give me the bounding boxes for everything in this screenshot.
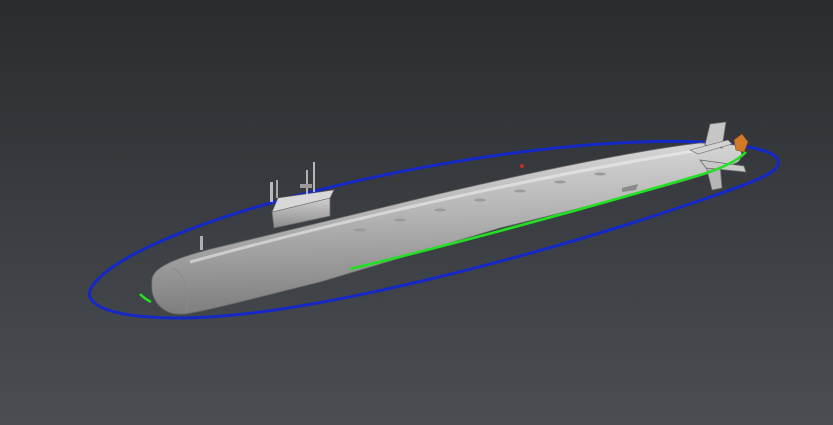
scene-canvas[interactable]	[0, 0, 833, 425]
3d-viewport[interactable]	[0, 0, 833, 425]
antenna-mast	[276, 180, 278, 198]
deck-marker	[520, 164, 524, 168]
periscope-mast	[313, 162, 315, 192]
periscope-mast	[270, 182, 273, 202]
sail-bridge	[300, 184, 312, 188]
antenna-mast	[306, 170, 308, 194]
deck-mast	[200, 236, 203, 250]
